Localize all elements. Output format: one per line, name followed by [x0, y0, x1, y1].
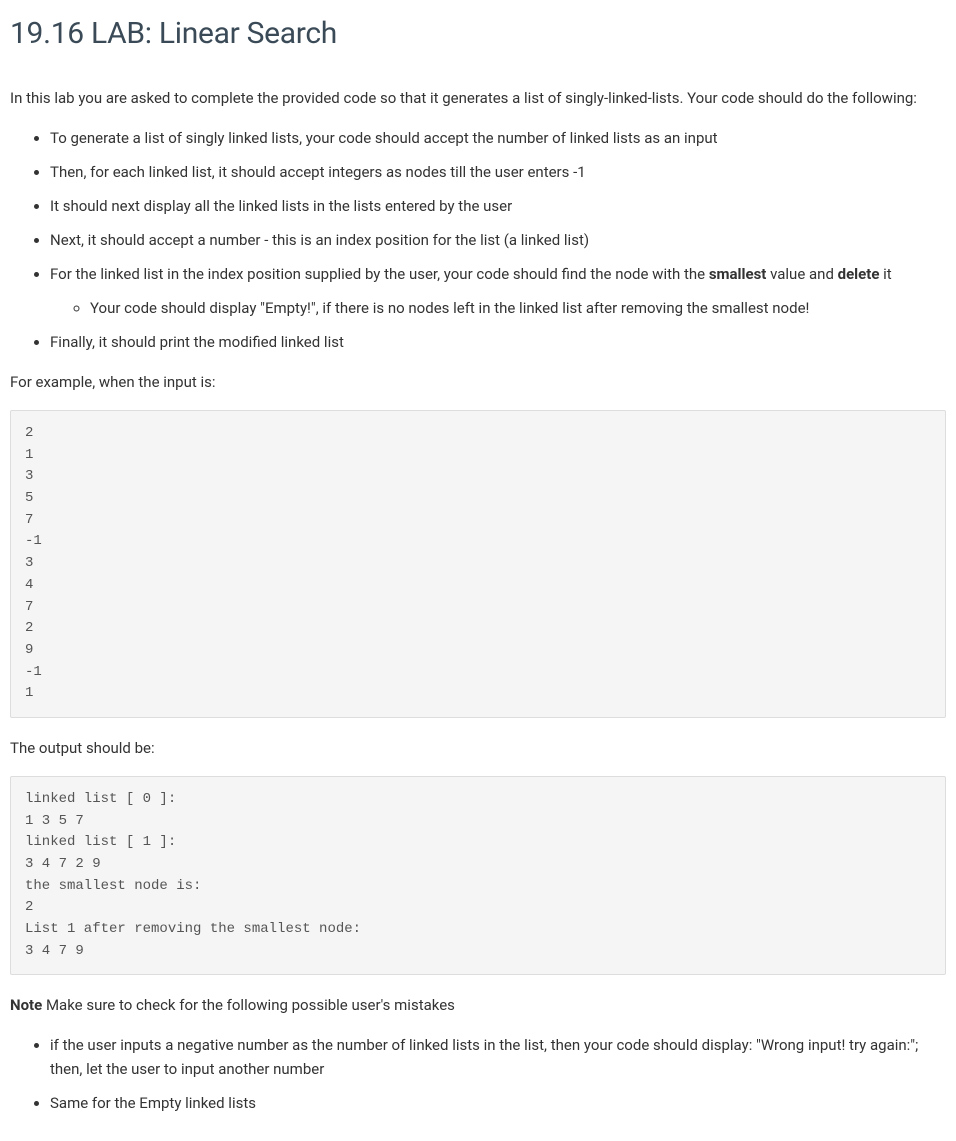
- list-item: Your code should display "Empty!", if th…: [90, 296, 946, 320]
- page-title: 19.16 LAB: Linear Search: [10, 10, 946, 58]
- output-code-block: linked list [ 0 ]: 1 3 5 7 linked list […: [10, 776, 946, 976]
- note-list: if the user inputs a negative number as …: [10, 1033, 946, 1115]
- text-part: For the linked list in the index positio…: [50, 265, 709, 283]
- text-part: value and: [766, 265, 837, 283]
- output-label: The output should be:: [10, 736, 946, 760]
- list-item: Next, it should accept a number - this i…: [50, 228, 946, 252]
- list-item: To generate a list of singly linked list…: [50, 126, 946, 150]
- list-item: It should next display all the linked li…: [50, 194, 946, 218]
- requirements-list: To generate a list of singly linked list…: [10, 126, 946, 354]
- list-item: if the user inputs a negative number as …: [50, 1033, 946, 1081]
- example-label: For example, when the input is:: [10, 370, 946, 394]
- list-item: Same for the Empty linked lists: [50, 1091, 946, 1115]
- list-item: For the linked list in the index positio…: [50, 262, 946, 320]
- intro-paragraph: In this lab you are asked to complete th…: [10, 86, 946, 110]
- note-bold-label: Note: [10, 996, 42, 1014]
- list-item: Finally, it should print the modified li…: [50, 330, 946, 354]
- text-part: it: [879, 265, 891, 283]
- note-paragraph: Note Make sure to check for the followin…: [10, 993, 946, 1017]
- bold-text: delete: [838, 265, 880, 283]
- list-item: Then, for each linked list, it should ac…: [50, 160, 946, 184]
- bold-text: smallest: [709, 265, 767, 283]
- input-code-block: 2 1 3 5 7 -1 3 4 7 2 9 -1 1: [10, 410, 946, 718]
- sub-list: Your code should display "Empty!", if th…: [50, 296, 946, 320]
- note-text: Make sure to check for the following pos…: [42, 996, 455, 1014]
